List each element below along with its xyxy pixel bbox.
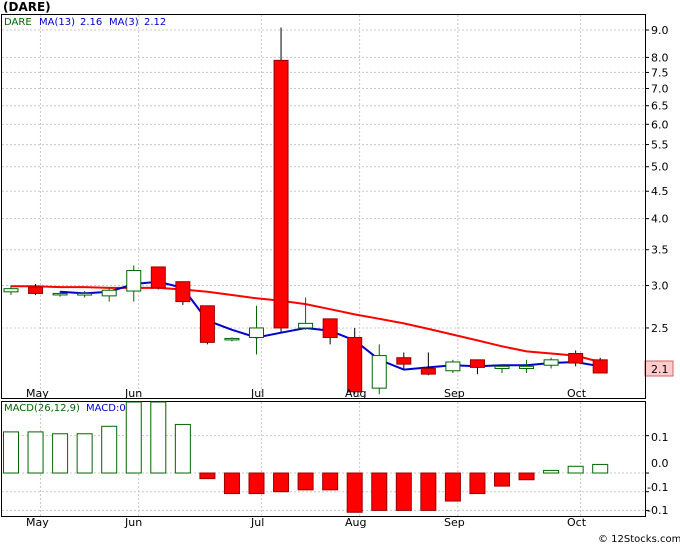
month-label-jul-bottom: Jul [250, 516, 264, 529]
candle-body-4 [101, 289, 117, 297]
candle-body-16 [396, 357, 412, 365]
legend-ma13-value: 2.16 [80, 17, 102, 28]
candle-body-12 [298, 322, 314, 329]
candle-body-13 [322, 318, 338, 338]
macd-bar-2 [52, 433, 69, 474]
candle-body-2 [52, 292, 68, 296]
macd-bar-0 [3, 431, 19, 474]
stock-chart: (DARE) 9.0 8.0 7.5 7.0 6.5 6.0 5.5 5.0 4.5 4.0 3.5… [0, 0, 680, 546]
price-tick-label-3: 7.0 [651, 82, 669, 95]
price-tick-label-5: 6.0 [651, 118, 669, 131]
price-tick-label-8: 4.5 [651, 185, 669, 198]
legend-ma13-label: MA(13) [39, 17, 75, 28]
price-tick-label-0: 9.0 [651, 24, 669, 37]
legend-ma3-value: 2.12 [144, 17, 166, 28]
month-label-jun-bottom: Jun [124, 516, 142, 529]
price-tick-label-7: 5.0 [651, 161, 669, 174]
price-tick-label-2: 7.5 [651, 66, 669, 79]
macd-bar-19 [469, 472, 486, 495]
month-label-may-bottom: May [26, 516, 49, 529]
candle-24 [592, 357, 608, 374]
month-label-jun-top: Jun [124, 387, 142, 400]
last-price-tag-label: 2.1 [651, 363, 669, 376]
macd-bar-21 [518, 472, 535, 481]
candle-18 [445, 359, 461, 373]
candle-body-19 [469, 359, 485, 368]
macd-bar-14 [346, 472, 363, 513]
macd-bar-9 [223, 472, 240, 495]
price-tick-label-10: 3.5 [651, 244, 669, 257]
candle-body-10 [249, 327, 264, 338]
candle-8 [199, 305, 215, 345]
price-tick-label-6: 5.5 [651, 139, 669, 152]
macd-bar-23 [567, 465, 584, 474]
candle-body-3 [77, 292, 93, 296]
month-label-aug-bottom: Aug [345, 516, 366, 529]
macd-tick-label-3: -0.1 [647, 504, 668, 517]
candle-body-22 [543, 359, 559, 366]
macd-tick-label-1: 0.0 [651, 457, 669, 470]
candle-body-5 [126, 270, 142, 292]
macd-bar-5 [125, 401, 142, 474]
macd-bar-17 [420, 472, 437, 511]
month-label-may-top: May [26, 387, 49, 400]
candle-body-9 [224, 337, 240, 341]
macd-bar-13 [322, 472, 339, 491]
month-label-aug-top: Aug [345, 387, 366, 400]
candle-body-21 [519, 365, 535, 370]
month-label-oct-bottom: Oct [567, 516, 587, 529]
macd-bar-22 [543, 469, 560, 474]
candle-body-8 [199, 305, 215, 343]
macd-tick-label-0: 0.1 [651, 431, 669, 444]
candle-body-1 [28, 286, 44, 294]
macd-bar-12 [297, 472, 314, 491]
macd-bar-18 [444, 472, 461, 502]
month-label-jul-top: Jul [250, 387, 264, 400]
candle-body-6 [150, 266, 166, 289]
month-label-sep-top: Sep [444, 387, 465, 400]
price-tick-label-11: 3.0 [651, 280, 669, 293]
month-label-sep-bottom: Sep [444, 516, 465, 529]
candle-body-14 [347, 336, 363, 393]
price-tick-label-4: 6.5 [651, 100, 669, 113]
candle-body-24 [592, 359, 608, 374]
candle-body-0 [3, 288, 19, 293]
macd-bar-1 [27, 431, 44, 474]
candle-body-15 [371, 355, 387, 389]
month-label-oct-top: Oct [567, 387, 587, 400]
chart-title: (DARE) [3, 0, 51, 14]
candle-14 [347, 327, 363, 395]
macd-label: MACD(26,12,9) [4, 403, 80, 414]
price-tick-label-12: 2.5 [651, 322, 669, 335]
candle-6 [150, 266, 166, 290]
candle-body-7 [175, 281, 191, 303]
macd-bar-16 [395, 472, 412, 511]
price-tick-label-9: 4.0 [651, 213, 669, 226]
price-tick-label-1: 8.0 [651, 51, 669, 64]
legend-ticker: DARE [4, 17, 32, 28]
candle-body-11 [273, 59, 289, 329]
macd-bar-6 [150, 401, 167, 474]
watermark: © 12Stocks.com [598, 534, 680, 545]
candle-7 [175, 281, 191, 305]
macd-bar-4 [101, 425, 118, 474]
legend-ma3-label: MA(3) [109, 17, 139, 28]
macd-tick-label-2: -0.1 [647, 481, 668, 494]
candle-body-18 [445, 361, 461, 372]
macd-bar-11 [273, 472, 290, 493]
macd-bar-24 [592, 463, 609, 474]
macd-bar-20 [494, 472, 510, 487]
macd-bar-7 [174, 423, 191, 474]
macd-bar-8 [199, 472, 216, 480]
macd-bar-15 [371, 472, 388, 511]
candle-body-23 [568, 353, 584, 364]
candle-body-17 [420, 368, 436, 375]
macd-bar-10 [248, 472, 265, 495]
candle-11 [273, 27, 289, 333]
macd-bar-3 [76, 433, 93, 474]
candle-body-20 [494, 365, 510, 370]
